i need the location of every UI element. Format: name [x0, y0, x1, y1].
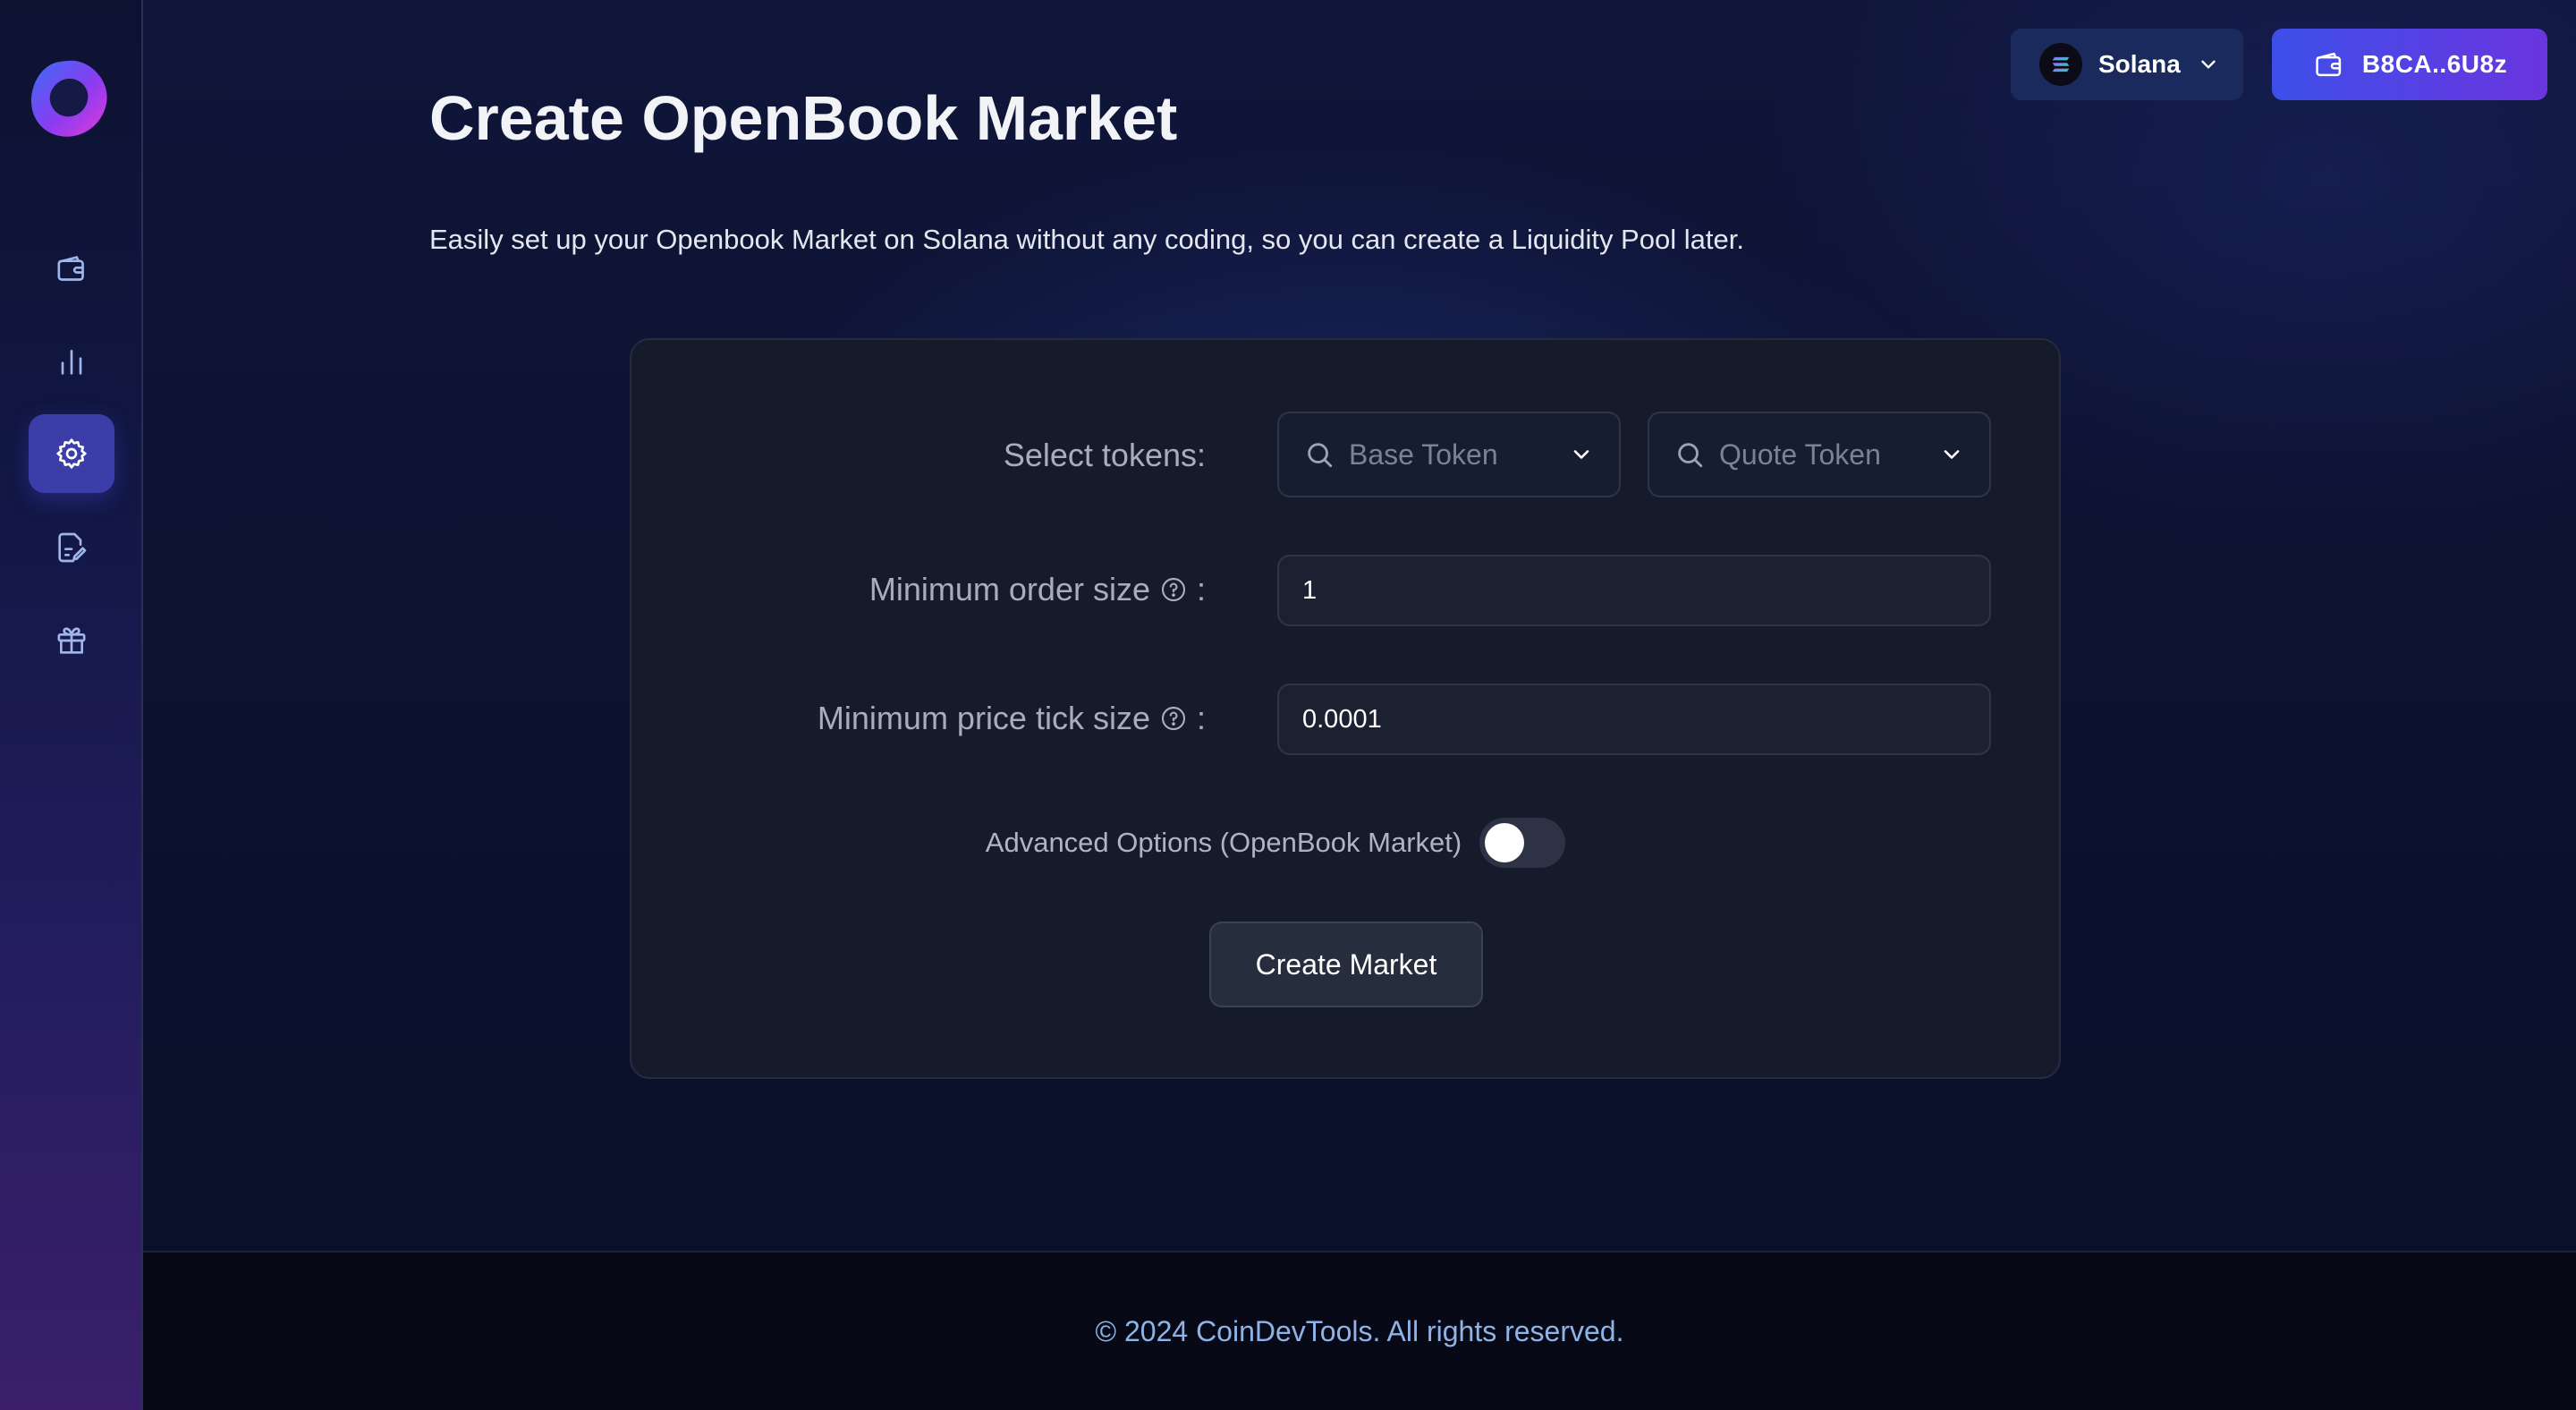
help-circle-icon[interactable] [1159, 704, 1188, 733]
chevron-down-icon [2201, 60, 2216, 69]
wallet-button[interactable]: B8CA..6U8z [2272, 29, 2547, 100]
wallet-address: B8CA..6U8z [2361, 50, 2508, 78]
gear-icon [56, 438, 87, 469]
create-market-button[interactable]: Create Market [1209, 922, 1483, 1007]
min-price-tick-label-text: Minimum price tick size [817, 700, 1150, 736]
select-tokens-label-text: Select tokens: [1003, 437, 1206, 473]
copyright-text: © 2024 CoinDevTools. All rights reserved… [1095, 1314, 1624, 1347]
solana-logo-icon [2039, 43, 2082, 86]
market-form-card: Select tokens: Base Token Quote Token Mi… [630, 338, 2061, 1079]
sidebar-item-edit[interactable] [29, 508, 114, 587]
colon: : [1196, 571, 1206, 607]
colon: : [1196, 700, 1206, 736]
gift-icon [57, 627, 86, 654]
advanced-options-label: Advanced Options (OpenBook Market) [985, 827, 1462, 858]
search-icon [1308, 443, 1333, 468]
chevron-down-icon [1944, 450, 1960, 459]
advanced-options-row: Advanced Options (OpenBook Market) [631, 816, 2063, 870]
logo-icon[interactable] [29, 57, 109, 138]
min-order-size-label: Minimum order size : [869, 571, 1206, 608]
chart-icon [61, 350, 82, 375]
wallet-icon [2316, 52, 2342, 77]
help-circle-icon[interactable] [1159, 575, 1188, 604]
toggle-knob [1485, 823, 1525, 862]
edit-document-icon [58, 532, 87, 563]
sidebar-item-rewards[interactable] [29, 601, 114, 680]
min-price-tick-label: Minimum price tick size : [818, 700, 1206, 737]
min-order-size-label-text: Minimum order size [869, 571, 1150, 607]
sidebar-item-wallet[interactable] [29, 229, 114, 308]
base-token-placeholder: Base Token [1349, 437, 1498, 471]
select-tokens-label: Select tokens: [1004, 437, 1206, 474]
min-price-tick-input[interactable]: 0.0001 [1277, 684, 1991, 755]
network-selector[interactable]: Solana [2011, 29, 2243, 100]
wallet-icon [57, 256, 84, 281]
sidebar [0, 0, 143, 1410]
quote-token-select[interactable]: Quote Token [1648, 412, 1991, 497]
chevron-down-icon [1573, 450, 1589, 459]
sidebar-item-settings[interactable] [29, 414, 114, 493]
footer: © 2024 CoinDevTools. All rights reserved… [143, 1251, 2576, 1410]
search-icon [1678, 443, 1703, 468]
page-title: Create OpenBook Market [429, 83, 1178, 153]
network-label: Solana [2098, 50, 2181, 78]
app-window: Solana B8CA..6U8z Create OpenBook Market… [0, 0, 2576, 1410]
quote-token-placeholder: Quote Token [1719, 437, 1881, 471]
base-token-select[interactable]: Base Token [1277, 412, 1621, 497]
page-subtitle: Easily set up your Openbook Market on So… [429, 224, 1744, 255]
advanced-options-toggle[interactable] [1479, 818, 1566, 868]
min-order-size-input[interactable]: 1 [1277, 555, 1991, 626]
sidebar-item-analytics[interactable] [29, 322, 114, 401]
